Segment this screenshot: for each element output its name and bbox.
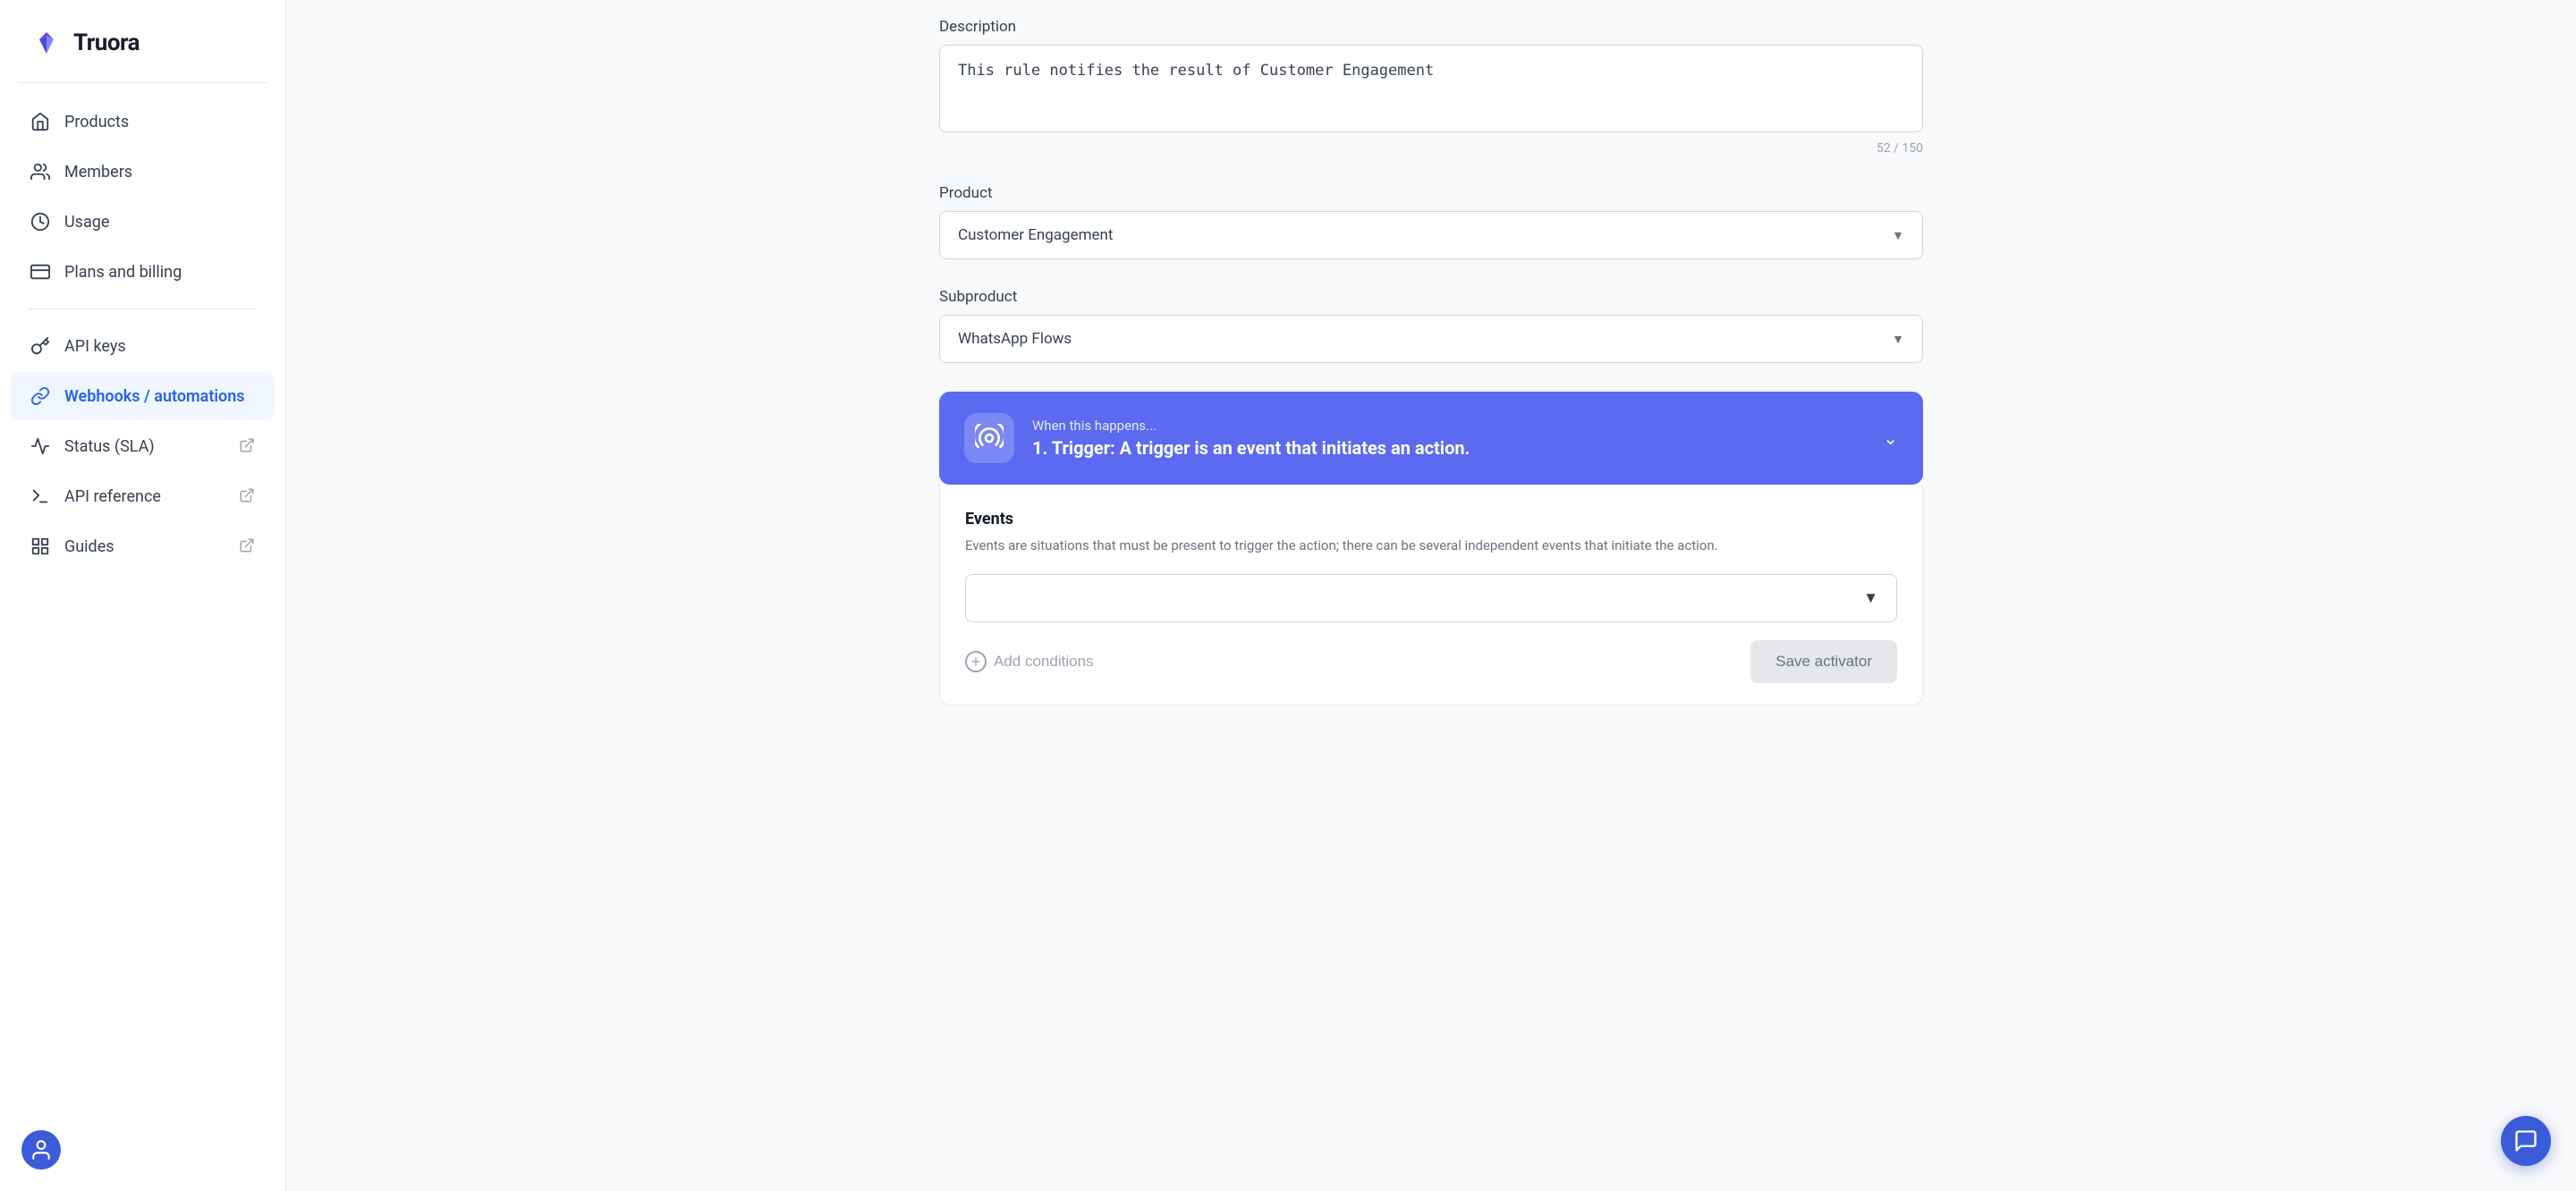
api-icon	[29, 334, 52, 358]
product-chevron-icon: ▼	[1892, 228, 1904, 243]
description-textarea[interactable]: This rule notifies the result of Custome…	[939, 45, 1923, 132]
main-content: Description This rule notifies the resul…	[286, 0, 2576, 1191]
events-chevron-icon: ▼	[1863, 589, 1878, 607]
form-section: Description This rule notifies the resul…	[939, 0, 1923, 705]
product-select-value: Customer Engagement	[958, 226, 1113, 244]
subproduct-chevron-icon: ▼	[1892, 332, 1904, 347]
sidebar-item-plans-billing[interactable]: Plans and billing	[11, 248, 275, 296]
add-conditions-label: Add conditions	[994, 653, 1094, 671]
webhooks-icon	[29, 384, 52, 408]
trigger-section: When this happens... 1. Trigger: A trigg…	[939, 392, 1923, 705]
sidebar-item-usage-label: Usage	[64, 213, 109, 232]
events-select[interactable]: ▼	[965, 574, 1897, 622]
sidebar-item-plans-billing-label: Plans and billing	[64, 263, 182, 282]
add-conditions-button[interactable]: + Add conditions	[965, 651, 1094, 672]
external-link-icon-api-ref	[239, 487, 257, 505]
product-label: Product	[939, 184, 1923, 202]
sidebar-item-webhooks[interactable]: Webhooks / automations	[11, 372, 275, 420]
status-icon	[29, 435, 52, 458]
brand-name: Truora	[73, 30, 140, 56]
chat-icon	[2513, 1128, 2538, 1153]
usage-icon	[29, 210, 52, 233]
sidebar-divider-mid	[29, 308, 257, 309]
description-label: Description	[939, 18, 1923, 36]
save-activator-button[interactable]: Save activator	[1750, 640, 1897, 683]
product-field-group: Product Customer Engagement ▼	[939, 184, 1923, 259]
subproduct-select-value: WhatsApp Flows	[958, 330, 1072, 348]
subproduct-select[interactable]: WhatsApp Flows ▼	[939, 315, 1923, 363]
sidebar-item-webhooks-label: Webhooks / automations	[64, 387, 245, 406]
sidebar-item-usage[interactable]: Usage	[11, 198, 275, 246]
home-icon	[29, 110, 52, 133]
product-select[interactable]: Customer Engagement ▼	[939, 211, 1923, 259]
sidebar-item-guides[interactable]: Guides	[11, 522, 275, 570]
members-icon	[29, 160, 52, 183]
trigger-card[interactable]: When this happens... 1. Trigger: A trigg…	[939, 392, 1923, 485]
sidebar-item-products-label: Products	[64, 113, 129, 131]
trigger-title: 1. Trigger: A trigger is an event that i…	[1032, 437, 1865, 459]
plus-circle-icon: +	[965, 651, 987, 672]
sidebar-item-members[interactable]: Members	[11, 148, 275, 196]
trigger-subtitle: When this happens...	[1032, 418, 1865, 434]
char-count: 52 / 150	[939, 141, 1923, 156]
sidebar-item-api-keys[interactable]: API keys	[11, 322, 275, 370]
sidebar-item-api-reference-label: API reference	[64, 487, 161, 506]
chat-bubble-button[interactable]	[2501, 1116, 2551, 1166]
sidebar-item-guides-label: Guides	[64, 537, 114, 556]
events-description: Events are situations that must be prese…	[965, 536, 1897, 556]
external-link-icon-status	[239, 437, 257, 455]
sidebar-item-status-sla[interactable]: Status (SLA)	[11, 422, 275, 470]
external-link-icon-guides	[239, 537, 257, 555]
events-footer: + Add conditions Save activator	[965, 640, 1897, 683]
trigger-icon-wrap	[964, 413, 1014, 463]
description-field-group: Description This rule notifies the resul…	[939, 18, 1923, 156]
sidebar-item-members-label: Members	[64, 163, 132, 182]
events-title: Events	[965, 510, 1897, 528]
api-ref-icon	[29, 485, 52, 508]
subproduct-label: Subproduct	[939, 288, 1923, 306]
sidebar-item-api-keys-label: API keys	[64, 337, 126, 356]
guides-icon	[29, 535, 52, 558]
webhook-trigger-icon	[975, 424, 1004, 452]
logo-area[interactable]: Truora	[0, 0, 285, 82]
trigger-chevron-icon: ⌄	[1883, 427, 1898, 449]
sidebar-divider-top	[18, 82, 267, 83]
sidebar-nav: Products Members Usage	[0, 97, 285, 1116]
user-avatar[interactable]	[21, 1130, 61, 1170]
sidebar-item-status-sla-label: Status (SLA)	[64, 437, 155, 456]
billing-icon	[29, 260, 52, 283]
sidebar: Truora Products Membe	[0, 0, 286, 1191]
truora-logo-icon	[29, 25, 64, 61]
subproduct-field-group: Subproduct WhatsApp Flows ▼	[939, 288, 1923, 363]
sidebar-bottom	[0, 1116, 285, 1191]
sidebar-item-products[interactable]: Products	[11, 97, 275, 146]
events-section: Events Events are situations that must b…	[939, 485, 1923, 705]
sidebar-item-api-reference[interactable]: API reference	[11, 472, 275, 520]
trigger-text: When this happens... 1. Trigger: A trigg…	[1032, 418, 1865, 459]
